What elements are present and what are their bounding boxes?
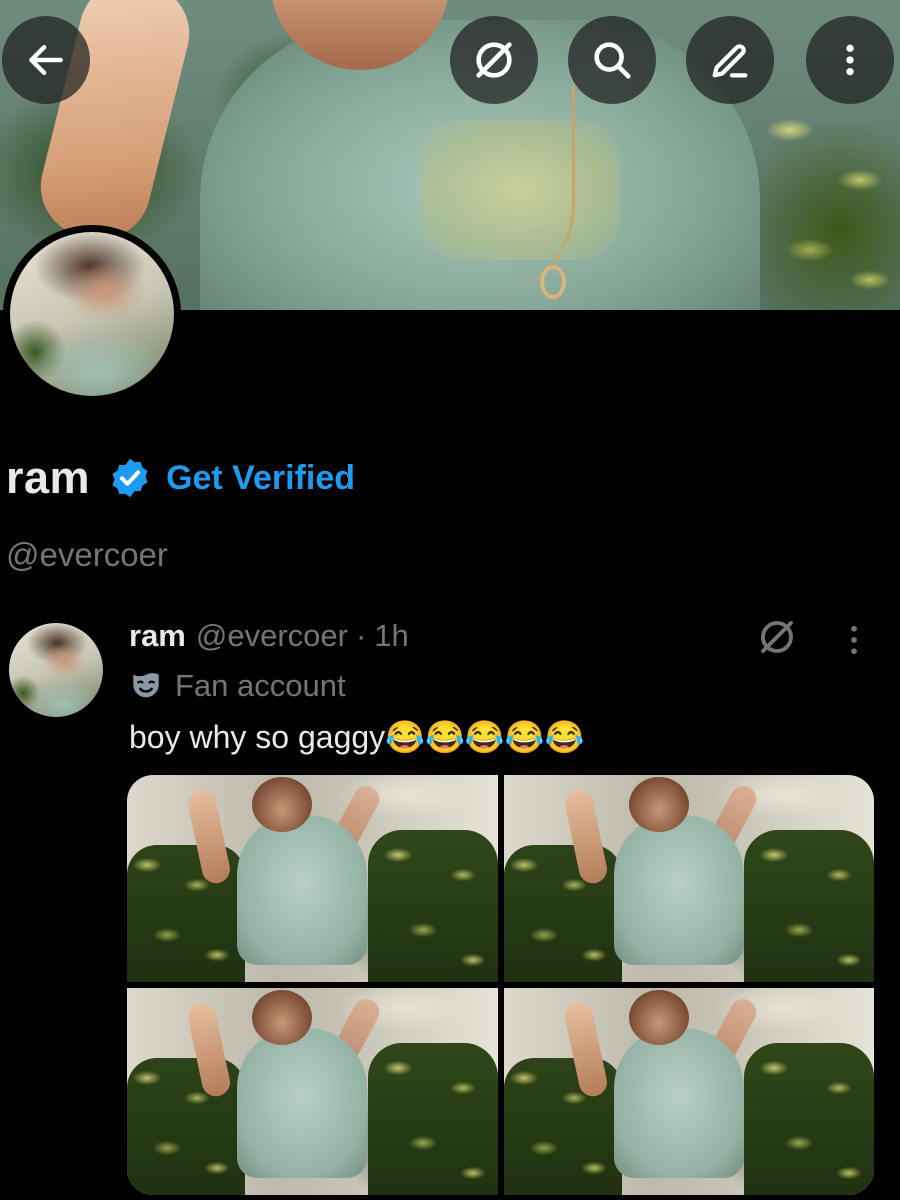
post-media-image[interactable] bbox=[503, 988, 874, 1195]
post-header: ram @evercoer · 1h bbox=[129, 618, 409, 654]
media-bush-right bbox=[744, 830, 874, 982]
post-media-grid bbox=[127, 775, 874, 1195]
more-options-button[interactable] bbox=[806, 16, 894, 104]
more-vertical-icon bbox=[846, 44, 854, 76]
banner-pendant bbox=[540, 265, 566, 299]
profile-avatar-image bbox=[10, 232, 174, 396]
media-shirt bbox=[613, 815, 744, 965]
profile-name: ram bbox=[6, 452, 91, 503]
get-verified-link[interactable]: Get Verified bbox=[166, 459, 355, 498]
post-grok-icon[interactable] bbox=[756, 616, 798, 658]
media-bush-right bbox=[367, 830, 498, 982]
theater-mask-icon bbox=[133, 673, 159, 698]
post-separator: · bbox=[355, 618, 367, 653]
media-shirt bbox=[237, 815, 367, 965]
media-head bbox=[252, 990, 312, 1045]
verified-badge-icon[interactable] bbox=[108, 456, 152, 500]
media-bush-right bbox=[744, 1043, 874, 1195]
search-icon bbox=[594, 42, 631, 79]
media-head bbox=[628, 777, 689, 832]
arrow-left-icon bbox=[29, 44, 63, 76]
post-media-image[interactable] bbox=[127, 988, 498, 1195]
profile-avatar[interactable] bbox=[3, 225, 181, 403]
media-shirt bbox=[237, 1028, 367, 1178]
grok-button[interactable] bbox=[450, 16, 538, 104]
media-head bbox=[252, 777, 312, 832]
edit-button[interactable] bbox=[686, 16, 774, 104]
search-button[interactable] bbox=[568, 16, 656, 104]
post-author-name[interactable]: ram bbox=[129, 618, 186, 654]
profile-name-row: ram Get Verified bbox=[6, 452, 355, 504]
media-head bbox=[628, 990, 689, 1045]
post-author-avatar[interactable] bbox=[9, 623, 103, 717]
post-media-image[interactable] bbox=[503, 775, 874, 982]
grok-icon bbox=[476, 42, 512, 78]
post-timestamp[interactable]: 1h bbox=[374, 618, 408, 654]
profile-handle: @evercoer bbox=[6, 536, 168, 573]
media-shirt bbox=[613, 1028, 744, 1178]
post-body-text: boy why so gaggy😂😂😂😂😂 bbox=[129, 719, 585, 755]
fan-account-label: Fan account bbox=[129, 668, 346, 704]
banner-leaves bbox=[750, 90, 900, 310]
post-more-icon[interactable] bbox=[836, 620, 872, 660]
edit-pencil-icon bbox=[712, 44, 748, 78]
fan-account-text: Fan account bbox=[175, 668, 346, 703]
media-bush-right bbox=[367, 1043, 498, 1195]
post-author-handle[interactable]: @evercoer bbox=[196, 618, 348, 654]
back-button[interactable] bbox=[2, 16, 90, 104]
post-media-image[interactable] bbox=[127, 775, 498, 982]
